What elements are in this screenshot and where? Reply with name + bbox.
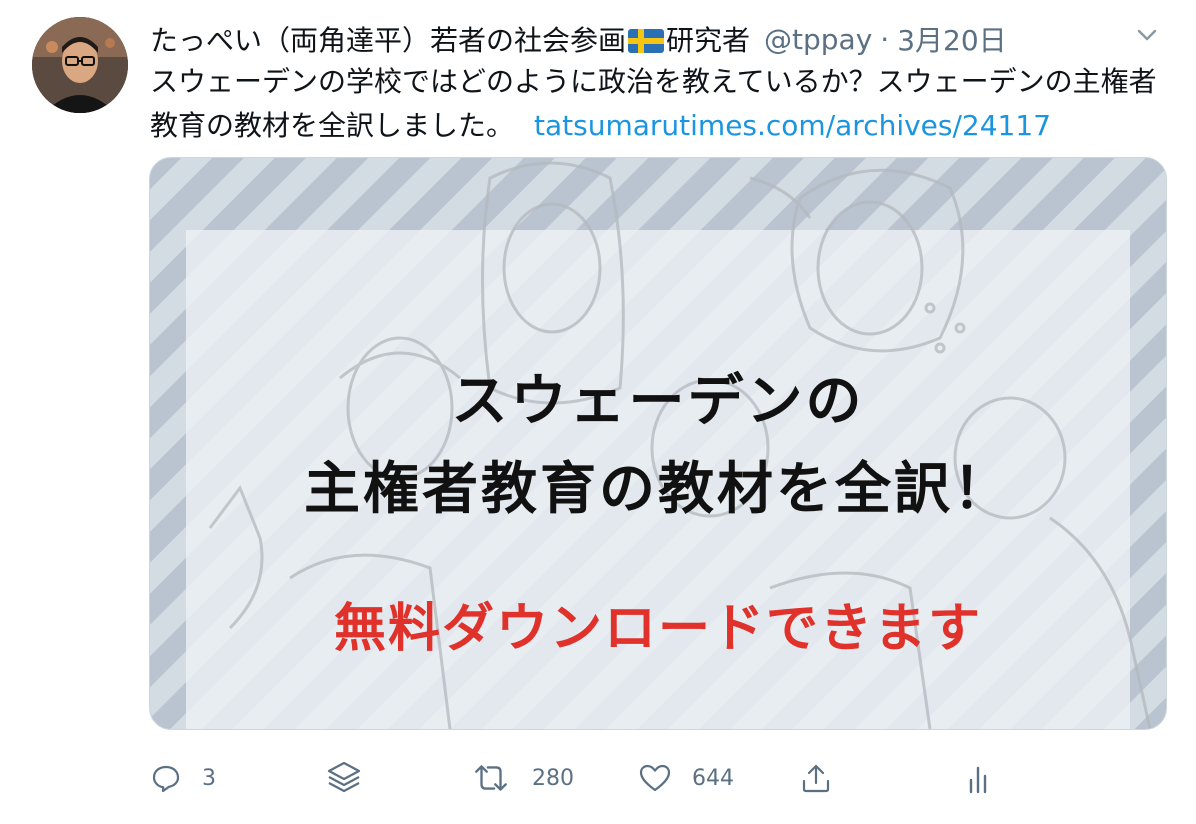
like-button[interactable]: 644 (638, 754, 734, 802)
analytics-icon (969, 766, 987, 794)
card-title-line2: 主権者教育の教材を全訳！ (304, 457, 1012, 522)
stack-button[interactable] (324, 754, 364, 802)
tweet-text: スウェーデンの学校ではどのように政治を教えているか？スウェーデンの主権者教育の教… (150, 60, 1160, 148)
tweet-date[interactable]: 3月20日 (897, 19, 1006, 59)
author-name[interactable]: たっぺい（両角達平）若者の社会参画 (150, 19, 626, 59)
card-title: スウェーデンの 主権者教育の教材を全訳！ (150, 358, 1166, 534)
chevron-down-icon[interactable] (1136, 24, 1158, 46)
card-subtitle: 無料ダウンロードできます (333, 599, 982, 659)
link-card[interactable]: スウェーデンの 主権者教育の教材を全訳！ 無料ダウンロードできます (149, 157, 1167, 730)
reply-button[interactable]: 3 (150, 754, 216, 802)
separator-dot: · (880, 22, 890, 56)
sweden-flag-icon (628, 27, 665, 53)
reply-icon (152, 765, 180, 793)
retweet-count: 280 (532, 765, 574, 791)
share-button[interactable] (800, 754, 832, 802)
retweet-button[interactable]: 280 (472, 754, 574, 802)
avatar[interactable] (32, 17, 128, 113)
card-title-line1: スウェーデンの (451, 369, 865, 434)
heart-icon (639, 764, 671, 792)
author-handle[interactable]: @tppay (764, 23, 872, 56)
share-icon (802, 764, 830, 793)
like-count: 644 (692, 765, 734, 791)
retweet-icon (475, 765, 507, 791)
author-name-suffix[interactable]: 研究者 (666, 19, 750, 59)
avatar-photo (32, 17, 128, 113)
stack-icon (327, 761, 361, 793)
tweet-link[interactable]: tatsumarutimes.com/archives/24117 (534, 109, 1051, 142)
reply-count: 3 (202, 765, 216, 791)
analytics-button[interactable] (964, 754, 996, 802)
tweet-header: たっぺい（両角達平）若者の社会参画 研究者 @tppay · 3月20日 (150, 19, 1007, 59)
action-bar: 3 280 644 (0, 754, 1196, 802)
